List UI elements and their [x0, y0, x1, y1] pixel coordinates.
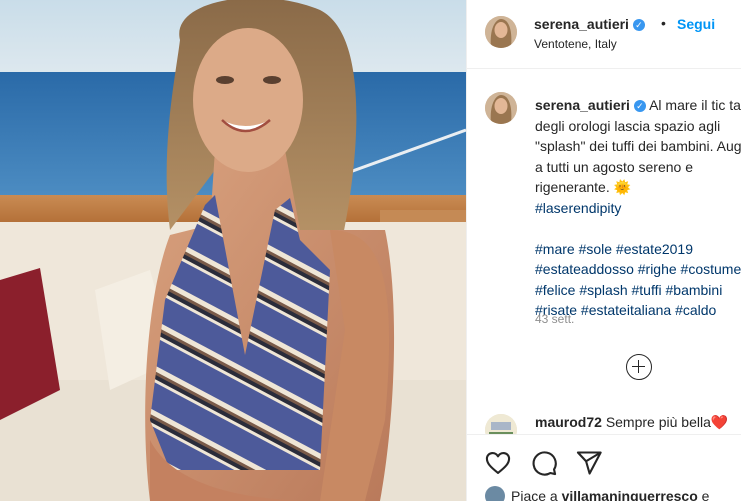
likes-prefix: Piace a [511, 488, 558, 501]
caption-author-username[interactable]: serena_autieri [535, 97, 630, 113]
caption-timestamp[interactable]: 43 sett. [535, 312, 574, 326]
caption-line: serena_autieri ✓ Al mare il tic tac [535, 95, 741, 116]
separator-dot: • [661, 15, 666, 31]
liker-avatar[interactable] [485, 486, 505, 501]
likes-summary: Piace a villamaninguerresco e [485, 486, 709, 501]
follow-button[interactable]: Segui [677, 16, 715, 32]
caption-hashtag-line[interactable]: #felice #splash #tuffi #bambini [535, 280, 741, 301]
author-avatar[interactable] [485, 16, 517, 48]
caption-line: a tutti un agosto sereno e [535, 158, 693, 175]
caption-line-text: Al mare il tic tac [649, 97, 741, 113]
caption-hashtag-line[interactable]: #laserendipity [535, 198, 741, 219]
caption-text: serena_autieri ✓ Al mare il tic tac degli… [535, 95, 741, 321]
verified-icon: ✓ [632, 19, 645, 31]
likes-suffix: e [701, 488, 710, 501]
caption-line: rigenerante. 🌞 [535, 179, 632, 195]
share-icon[interactable] [575, 449, 603, 477]
comment-row: maurod72 Sempre più bella❤️ [467, 408, 741, 434]
post-image [0, 0, 466, 501]
caption-line: "splash" dei tuffi dei bambini. Auguro [535, 138, 741, 154]
avatar-image [485, 16, 517, 48]
caption-hashtag-line[interactable]: #estateaddosso #righe #costume [535, 259, 741, 280]
comment-text: maurod72 Sempre più bella❤️ [535, 414, 728, 431]
avatar-image [485, 414, 517, 434]
post-sidebar: serena_autieri ✓ • Segui Ventotene, Italy… [466, 0, 741, 501]
comment-body: Sempre più bella [605, 414, 711, 430]
commenter-avatar[interactable] [485, 414, 517, 434]
commenter-username[interactable]: maurod72 [535, 414, 602, 430]
caption-hashtag-line[interactable]: #mare #sole #estate2019 [535, 239, 741, 260]
comment-icon[interactable] [530, 449, 558, 477]
heart-emoji: ❤️ [710, 414, 729, 430]
caption-line: degli orologi lascia spazio agli [535, 117, 721, 134]
post-photo[interactable] [0, 0, 466, 501]
avatar-image [485, 92, 517, 124]
location-link[interactable]: Ventotene, Italy [534, 37, 617, 51]
verified-icon: ✓ [633, 100, 646, 112]
action-bar: Piace a villamaninguerresco e [467, 434, 741, 501]
post-header: serena_autieri ✓ • Segui Ventotene, Italy [467, 0, 741, 69]
heart-icon[interactable] [484, 449, 512, 477]
caption-author-avatar[interactable] [485, 92, 517, 124]
liker-username[interactable]: villamaninguerresco [562, 488, 698, 501]
load-more-comments-button[interactable] [626, 354, 652, 380]
caption-block: serena_autieri ✓ Al mare il tic tac degli… [467, 70, 741, 410]
author-username-text[interactable]: serena_autieri [534, 16, 629, 32]
author-username[interactable]: serena_autieri ✓ [534, 16, 645, 32]
